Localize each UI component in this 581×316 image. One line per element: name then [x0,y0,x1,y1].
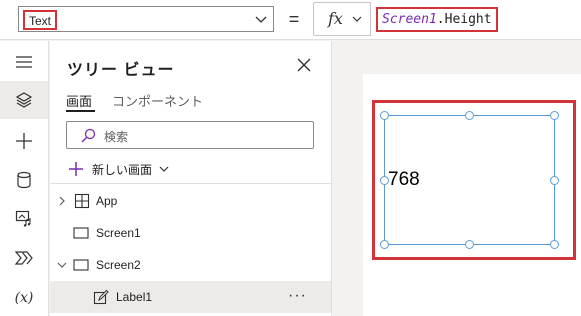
resize-handle-bottom-right[interactable] [550,240,559,249]
screen-icon [73,259,89,271]
resize-handle-bottom[interactable] [465,240,474,249]
tree-row-label: Label1 [116,290,153,304]
property-dropdown[interactable]: Text [18,6,274,32]
power-automate-button[interactable] [0,239,48,277]
data-button[interactable] [0,161,48,199]
new-screen-button[interactable]: 新しい画面 [68,159,170,179]
fx-icon: fx [328,9,343,28]
media-button[interactable] [0,199,48,237]
variables-button[interactable]: (x) [0,279,48,316]
tab-components[interactable]: コンポーネント [112,91,203,110]
resize-handle-top-right[interactable] [550,111,559,120]
screen-icon [73,227,89,239]
tree-view-panel: ツリー ビュー 画面 コンポーネント 検索 新しい画面 App Screen1 … [50,41,332,316]
resize-handle-right[interactable] [550,176,559,185]
selection-highlight: 768 [372,100,576,260]
tree-row-label: App [96,194,118,208]
search-icon [81,128,96,143]
power-automate-icon [15,251,33,265]
layers-icon [15,92,33,108]
function-button[interactable]: fx [313,2,371,36]
tab-screens[interactable]: 画面 [66,91,92,110]
tree-row-screen1[interactable]: Screen1 [50,217,331,249]
search-box[interactable]: 検索 [66,121,314,149]
equals-sign: = [288,9,300,29]
label-edit-icon [93,289,109,305]
label-text: 768 [388,169,420,190]
insert-button[interactable] [0,122,48,160]
database-icon [17,171,31,189]
resize-handle-left[interactable] [380,176,389,185]
chevron-right-icon[interactable] [57,195,67,207]
divider [50,183,331,184]
left-rail: (x) [0,41,49,316]
hamburger-icon [16,56,32,68]
chevron-down-icon [255,16,267,23]
label-control[interactable]: 768 [380,111,559,249]
formula-text: Screen1.Height [376,7,498,32]
plus-icon [16,133,32,149]
tree-row-label: Screen1 [96,226,141,240]
media-icon [15,210,31,227]
chevron-down-icon [352,16,362,22]
formula-bar: Text = fx Screen1.Height [0,0,581,40]
more-options-button[interactable]: ··· [288,287,307,305]
plus-icon [69,162,83,176]
property-value: Text [23,10,58,30]
tree-row-label1[interactable]: Label1 ··· [50,281,331,313]
menu-button[interactable] [0,43,48,81]
resize-handle-bottom-left[interactable] [380,240,389,249]
new-screen-label: 新しい画面 [92,162,153,177]
formula-property-ref: .Height [436,12,492,27]
app-icon [74,193,90,209]
tree-row-label: Screen2 [96,258,141,272]
resize-handle-top[interactable] [465,111,474,120]
tree-row-screen2[interactable]: Screen2 [50,249,331,281]
variable-icon: (x) [14,290,34,306]
tree-row-app[interactable]: App [50,185,331,217]
panel-title: ツリー ビュー [67,62,175,79]
active-tab-indicator [66,110,95,112]
formula-input[interactable]: Screen1.Height [370,2,581,36]
chevron-down-icon[interactable] [56,260,68,270]
chevron-down-icon [159,166,169,172]
search-placeholder: 検索 [104,130,129,144]
tree-view-button[interactable] [0,81,48,119]
resize-handle-top-left[interactable] [380,111,389,120]
close-icon[interactable] [294,55,314,75]
formula-screen-ref: Screen1 [382,12,437,27]
canvas-area: 768 [333,41,581,316]
